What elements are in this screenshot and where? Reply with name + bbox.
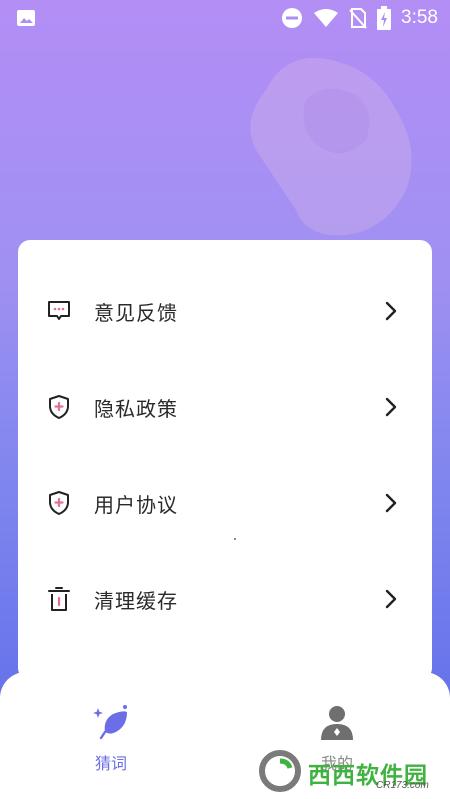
- menu-item-label: 隐私政策: [94, 397, 178, 421]
- chevron-right-icon: [385, 397, 397, 417]
- agreement-shield-icon: [49, 491, 69, 515]
- trash-icon: [48, 587, 70, 611]
- watermark-subtext: CR173.com: [376, 780, 429, 791]
- menu-item-label: 用户协议: [94, 493, 178, 517]
- no-sim-icon: [349, 8, 367, 29]
- background-decoration: [250, 58, 412, 236]
- chevron-right-icon: [385, 301, 397, 321]
- watermark: 西西软件园 CR173.com: [258, 748, 448, 794]
- wifi-icon: [314, 9, 339, 27]
- menu-item-privacy-policy[interactable]: 隐私政策: [18, 376, 432, 436]
- settings-menu-card: 意见反馈 隐私政策 用户协议 清理缓存: [18, 240, 432, 680]
- menu-item-label: 清理缓存: [94, 589, 178, 613]
- stray-dot: [234, 538, 236, 540]
- image-icon: [17, 10, 35, 26]
- status-bar: 3:58: [0, 0, 450, 36]
- tab-label: 猜词: [94, 754, 127, 773]
- menu-item-user-agreement[interactable]: 用户协议: [18, 472, 432, 532]
- sparkle-leaf-icon: [93, 705, 127, 740]
- menu-item-clear-cache[interactable]: 清理缓存: [18, 568, 432, 628]
- watermark-logo-icon: [259, 750, 301, 792]
- battery-charging-icon: [377, 6, 392, 30]
- menu-item-label: 意见反馈: [94, 301, 178, 325]
- tab-guess-word[interactable]: 猜词: [36, 672, 186, 799]
- user-icon: [321, 706, 353, 740]
- feedback-icon: [48, 301, 70, 320]
- privacy-shield-icon: [49, 395, 69, 419]
- menu-item-feedback[interactable]: 意见反馈: [18, 280, 432, 340]
- chevron-right-icon: [385, 493, 397, 513]
- do-not-disturb-icon: [282, 8, 303, 28]
- status-time: 3:58: [401, 7, 438, 28]
- chevron-right-icon: [385, 589, 397, 609]
- status-icons: 3:58: [281, 6, 438, 30]
